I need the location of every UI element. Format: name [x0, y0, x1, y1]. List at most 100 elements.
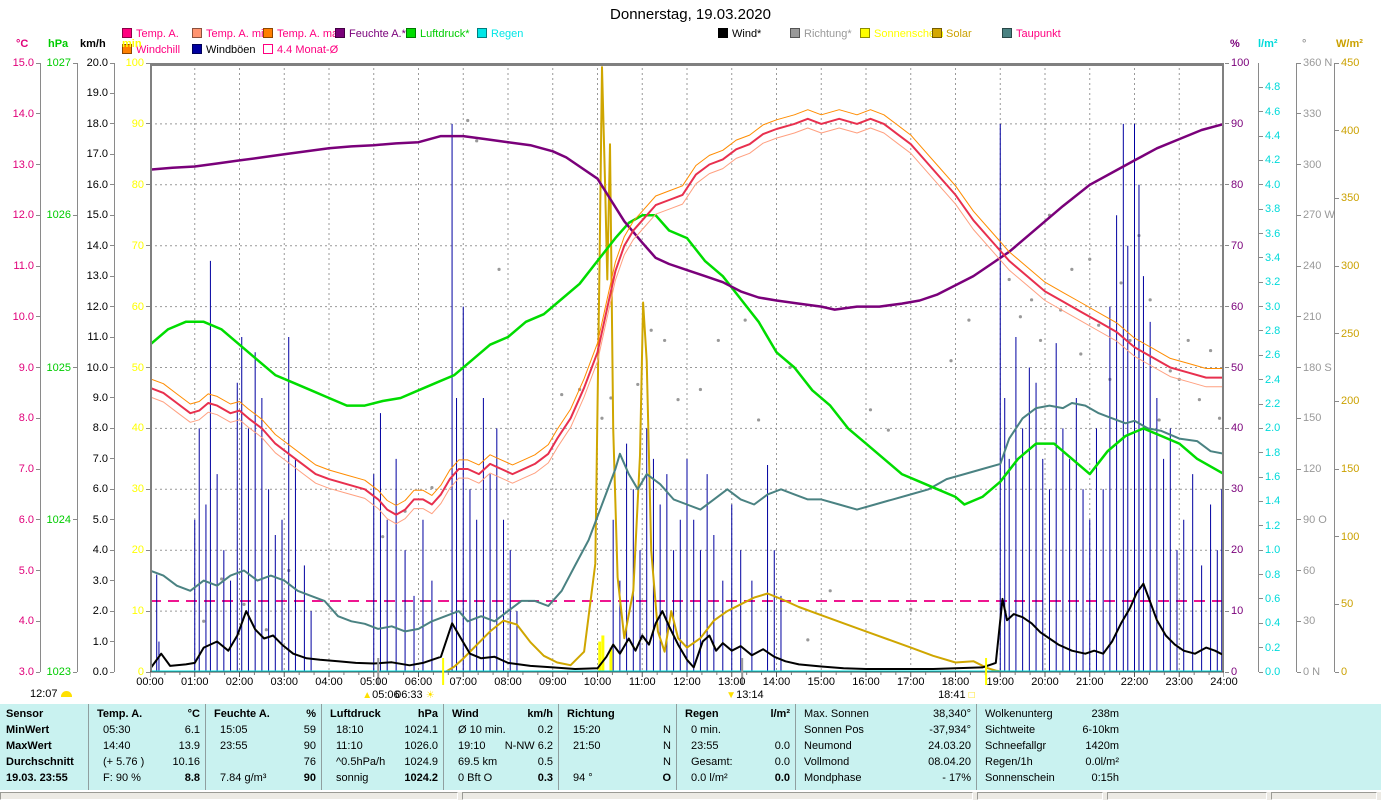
- windspeed-axis-tick-label: 20.0: [86, 57, 108, 69]
- rain-axis-tick-label: 3.8: [1265, 203, 1281, 216]
- rain-axis-tick-label: 0.4: [1265, 617, 1281, 630]
- table-row: Sichtweite 6-10km: [977, 722, 1157, 738]
- table-cell-label: Vollmond: [804, 756, 850, 768]
- table-row: Sonnen Pos -37,934°: [796, 722, 977, 738]
- windspeed-axis-tick-label: 2.0: [92, 605, 108, 618]
- table-cell-time: 15:05: [220, 724, 248, 736]
- x-axis-label: 05:00: [359, 676, 388, 688]
- rain-axis-tick: [1259, 86, 1263, 88]
- table-cell-value: -37,934°: [929, 724, 971, 736]
- windspeed-axis-tick-label: 12.0: [86, 300, 108, 313]
- direction-axis-tick: [1297, 519, 1301, 521]
- table-cell-time: Ø 10 min.: [458, 724, 506, 736]
- pressure-axis-tick: [73, 214, 77, 216]
- temp-axis-tick-label: 4.0: [18, 615, 34, 628]
- legend-label: Temp. A. min: [206, 28, 270, 40]
- temp-a-min-swatch-icon: [192, 28, 202, 38]
- direction-dot: [949, 359, 953, 363]
- rain-axis-tick: [1259, 574, 1263, 576]
- rain-axis-tick-label: 1.4: [1265, 495, 1281, 508]
- table-cell-time: 0.0 l/m²: [691, 772, 728, 784]
- table-header-row: Temp. A. °C: [89, 706, 206, 722]
- feuchte-a--swatch-icon: [335, 28, 345, 38]
- temp-axis-tick: [36, 468, 40, 470]
- windspeed-axis-tick-label: 9.0: [92, 391, 108, 404]
- rain-axis-tick-label: 0.0: [1265, 666, 1281, 678]
- table-cell-value: 0.0: [774, 740, 790, 752]
- direction-dot: [475, 139, 479, 143]
- rain-axis-tick-label: 1.0: [1265, 544, 1281, 557]
- table-row: F: 90 % 8.8: [89, 770, 206, 786]
- table-cell-value: 59: [303, 724, 316, 736]
- direction-axis-tick: [1297, 367, 1301, 368]
- rain-axis-tick: [1259, 159, 1263, 161]
- pressure-axis-tick: [73, 367, 77, 368]
- table-cell-time: 94 °: [573, 772, 593, 784]
- temp-axis-tick: [36, 367, 40, 368]
- x-axis-label: 21:00: [1075, 676, 1104, 688]
- table-row: N: [559, 754, 677, 770]
- windspeed-axis-tick-label: 5.0: [92, 513, 108, 526]
- direction-dot: [1186, 338, 1190, 343]
- rain-axis-tick: [1259, 135, 1263, 137]
- table-cell-value: 8.8: [184, 772, 200, 784]
- table-row: Gesamt: 0.0: [677, 754, 796, 770]
- sunshine-axis-tick-label: 50: [131, 361, 144, 374]
- table-cell-label: Mondphase: [804, 772, 862, 784]
- rain-axis-tick: [1259, 476, 1263, 478]
- humidity-axis-tick-label: 80: [1231, 178, 1244, 191]
- table-cell-value: 1024.2: [404, 772, 438, 784]
- windspeed-axis-header: km/h: [80, 38, 106, 50]
- legend-label: Temp. A.: [136, 28, 179, 40]
- direction-dot: [1208, 348, 1213, 353]
- x-axis-label: 00:00: [136, 676, 164, 688]
- table-cell-value: 1026.0: [404, 740, 438, 752]
- solar-axis-tick: [1335, 468, 1339, 470]
- moonset-marker-icon: ▼: [726, 690, 737, 701]
- direction-dot: [202, 619, 206, 623]
- x-axis-label: 07:00: [449, 676, 478, 688]
- table-cell-time: 23:55: [691, 740, 719, 752]
- rain-axis-tick: [1259, 306, 1263, 308]
- legend-label: Feuchte A.*: [349, 28, 406, 40]
- table-row: 23:55 90: [206, 738, 322, 754]
- windspeed-axis-tick: [110, 245, 114, 247]
- x-axis-label: 13:00: [717, 676, 746, 688]
- table-row: Vollmond 08.04.20: [796, 754, 977, 770]
- windspeed-axis-tick-label: 4.0: [92, 544, 108, 557]
- moonset-marker: ▼13:14: [726, 689, 763, 701]
- direction-axis-tick-label: 330: [1303, 107, 1322, 120]
- table-cell-value: 13.9: [178, 740, 200, 752]
- rain-axis-tick: [1259, 525, 1263, 527]
- humidity-axis-tick: [1225, 184, 1229, 186]
- table-cell-value: 90: [303, 740, 316, 752]
- table-column: Feuchte A.% 15:05 59 23:55 90 76 7.84 g/m³ 90: [205, 704, 322, 790]
- table-row: 15:05 59: [206, 722, 322, 738]
- direction-dot: [1007, 277, 1011, 282]
- sonnenschein-swatch-icon: [860, 28, 870, 38]
- table-cell-time: 18:10: [336, 724, 364, 736]
- direction-axis-tick: [1297, 113, 1301, 115]
- direction-dot: [1217, 416, 1222, 420]
- pressure-axis-tick-label: 1023: [46, 666, 71, 678]
- windspeed-axis-tick: [110, 367, 114, 368]
- windspeed-axis-tick: [110, 336, 114, 338]
- windspeed-axis-tick-label: 10.0: [86, 361, 108, 374]
- rain-axis-tick-label: 4.0: [1265, 178, 1281, 191]
- solar-axis-tick: [1335, 400, 1339, 402]
- pressure-axis-tick: [73, 671, 77, 673]
- table-column: Wind km/h Ø 10 min. 0.2 19:10 N-NW 6.2 69.5 km…: [443, 704, 559, 790]
- x-axis-label: 10:00: [583, 676, 612, 688]
- rain-axis-tick-label: 1.2: [1265, 519, 1281, 532]
- table-row: 15:20 N: [559, 722, 677, 738]
- table-cell-value: 1024.1: [404, 724, 438, 736]
- table-row: 0 min.: [677, 722, 796, 738]
- direction-dot: [636, 382, 640, 387]
- windspeed-axis-tick: [110, 641, 114, 643]
- direction-dot: [1038, 338, 1043, 343]
- solar-axis-tick: [1335, 130, 1339, 132]
- table-cell-value: 24.03.20: [928, 740, 971, 752]
- direction-dot: [1070, 267, 1074, 271]
- solar-axis-line: [1334, 63, 1335, 672]
- humidity-axis-tick-label: 10: [1231, 605, 1244, 618]
